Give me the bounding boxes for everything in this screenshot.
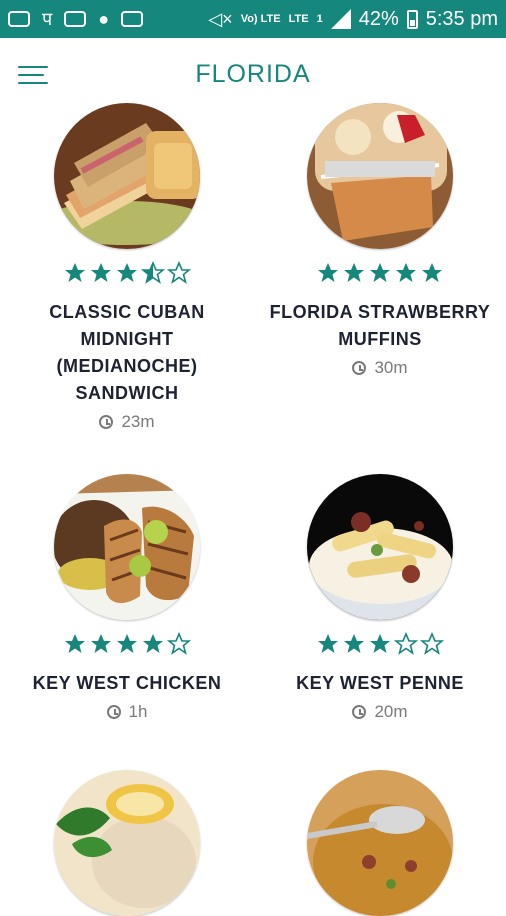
star-icon (344, 634, 364, 653)
clock-icon (99, 415, 114, 429)
cook-time-value: 1h (128, 702, 148, 721)
rating-stars (260, 261, 500, 289)
recipe-card[interactable]: KEY WEST CHICKEN 1h (7, 474, 247, 725)
star-icon (167, 632, 191, 655)
clock-icon (352, 361, 367, 375)
star-icon (91, 263, 111, 282)
page-title: FLORIDA (195, 60, 311, 88)
recipe-card[interactable]: KEY WEST PENNE 20m (260, 474, 500, 725)
star-icon (117, 634, 137, 653)
star-icon (65, 634, 85, 653)
star-icon (143, 634, 163, 653)
cook-time: 30m (260, 355, 500, 381)
app-icon: प (42, 9, 53, 29)
recipe-card[interactable] (260, 770, 500, 916)
sim-slot-label: 1 (316, 12, 323, 25)
cuban-sandwich-image[interactable] (54, 103, 200, 249)
star-icon (318, 263, 338, 282)
soup-spoon-image[interactable] (307, 770, 453, 916)
rating-stars (260, 632, 500, 660)
recipe-name[interactable]: KEY WEST PENNE (260, 670, 500, 697)
cook-time-value: 23m (121, 412, 155, 431)
star-icon (167, 261, 191, 284)
cook-time: 23m (7, 409, 247, 435)
status-time: 5:35 pm (425, 7, 498, 30)
recipe-name[interactable]: KEY WEST CHICKEN (7, 670, 247, 697)
key-west-penne-image[interactable] (307, 474, 453, 620)
star-icon (370, 263, 390, 282)
rating-stars (7, 261, 247, 289)
status-bar: प ● ◁× Vo) LTE LTE 1 42% 5:35 pm (0, 0, 506, 38)
star-icon (117, 263, 137, 282)
cook-time-value: 20m (374, 702, 408, 721)
lte-label: LTE (288, 12, 309, 25)
star-icon (344, 263, 364, 282)
rice-lemon-image[interactable] (54, 770, 200, 916)
volte-label: Vo) LTE (240, 12, 281, 25)
clock-icon (106, 705, 121, 719)
image-icon (64, 11, 87, 27)
cook-time: 20m (260, 699, 500, 725)
star-icon (396, 263, 416, 282)
clock-icon (352, 705, 367, 719)
recipe-card[interactable]: FLORIDA STRAWBERRY MUFFINS 30m (260, 103, 500, 381)
star-icon (318, 634, 338, 653)
system-icons: ◁× Vo) LTE LTE 1 42% 5:35 pm (208, 8, 498, 31)
notification-icons: प ● (8, 9, 144, 29)
cook-time-value: 30m (374, 358, 408, 377)
signal-icon (330, 9, 351, 29)
star-icon (65, 263, 85, 282)
cook-time: 1h (7, 699, 247, 725)
star-icon (141, 261, 165, 284)
android-icon: ● (98, 9, 110, 29)
battery-percent: 42% (358, 7, 399, 30)
star-icon (370, 634, 390, 653)
recipe-name[interactable]: FLORIDA STRAWBERRY MUFFINS (260, 299, 500, 353)
recipe-name[interactable]: CLASSIC CUBAN MIDNIGHT (MEDIANOCHE) SAND… (7, 299, 247, 407)
mute-icon: ◁× (208, 9, 233, 29)
star-icon (91, 634, 111, 653)
recipe-card[interactable]: CLASSIC CUBAN MIDNIGHT (MEDIANOCHE) SAND… (7, 103, 247, 435)
star-icon (422, 263, 442, 282)
recipe-card[interactable] (7, 770, 247, 916)
app-bar: FLORIDA (0, 38, 506, 113)
strawberry-muffins-image[interactable] (307, 103, 453, 249)
mail-icon (121, 11, 144, 27)
key-west-chicken-image[interactable] (54, 474, 200, 620)
battery-icon (406, 9, 418, 29)
star-icon (394, 632, 418, 655)
star-icon (420, 632, 444, 655)
message-icon (8, 11, 30, 27)
rating-stars (7, 632, 247, 660)
